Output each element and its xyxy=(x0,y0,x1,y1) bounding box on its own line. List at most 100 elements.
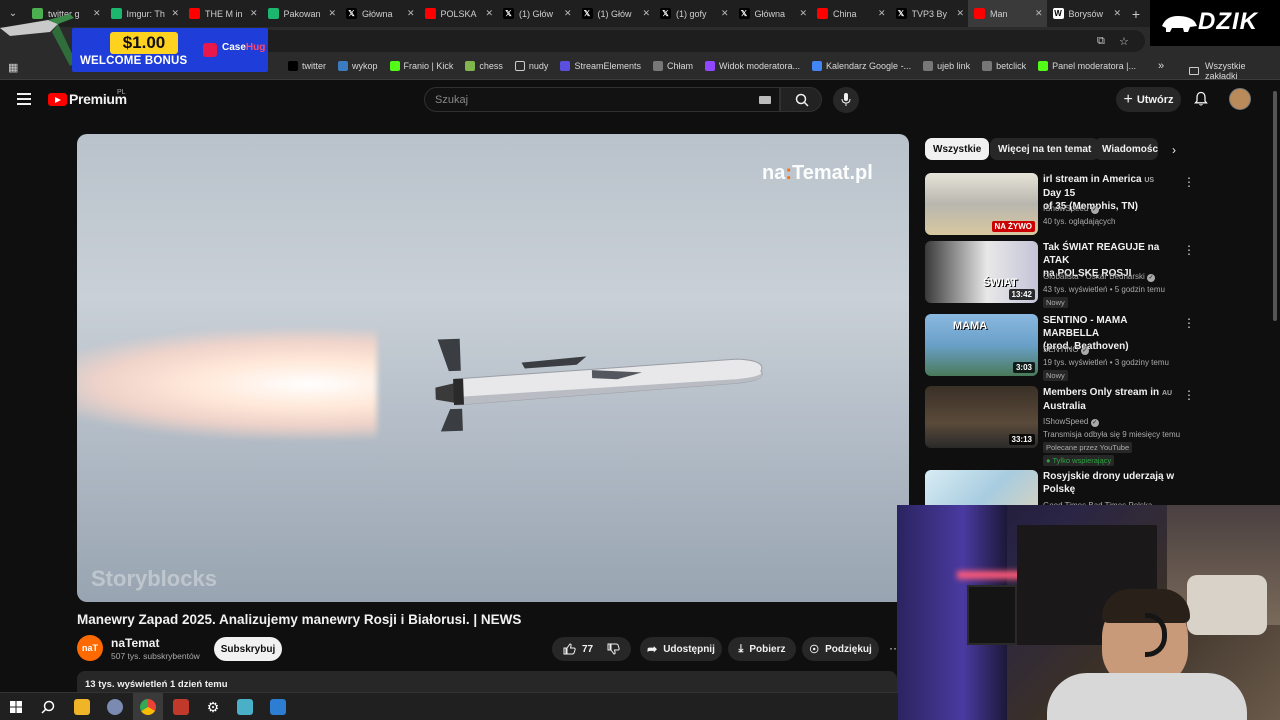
close-tab-icon[interactable]: ✕ xyxy=(407,8,415,19)
browser-tab[interactable]: 𝕏 (1) Głów ✕ xyxy=(497,0,576,27)
bookmark-item[interactable]: StreamElements xyxy=(560,61,641,71)
recommended-video[interactable]: NA ŻYWO irl stream in America US Day 15 of… xyxy=(925,173,1195,239)
video-thumbnail[interactable] xyxy=(925,470,1038,510)
close-tab-icon[interactable]: ✕ xyxy=(956,8,964,19)
video-title[interactable]: Rosyjskie drony uderzają w Polskę xyxy=(1043,470,1175,496)
close-tab-icon[interactable]: ✕ xyxy=(642,8,650,19)
browser-tab[interactable]: 𝕏 TVP3 By ✕ xyxy=(890,0,969,27)
browser-tab-label: Główna xyxy=(754,8,786,19)
close-tab-icon[interactable]: ✕ xyxy=(564,8,572,19)
youtube-logo-icon[interactable] xyxy=(48,93,67,106)
app-icon-2[interactable] xyxy=(173,699,189,715)
bookmark-item[interactable]: Chłam xyxy=(652,61,693,71)
bookmark-item[interactable]: Widok moderatora... xyxy=(704,61,800,71)
browser-tab[interactable]: Man ✕ xyxy=(968,0,1047,27)
address-bar[interactable] xyxy=(250,30,1145,52)
close-tab-icon[interactable]: ✕ xyxy=(485,8,493,19)
bookmark-item[interactable]: Kalendarz Google -... xyxy=(812,61,911,71)
chip-related[interactable]: Więcej na ten temat xyxy=(990,138,1100,160)
install-app-icon[interactable]: ⧉ xyxy=(1097,35,1105,48)
browser-tab[interactable]: 𝕏 (1) gofy ✕ xyxy=(654,0,733,27)
close-tab-icon[interactable]: ✕ xyxy=(1035,8,1043,19)
video-player[interactable]: na:Temat.pl Storyblocks xyxy=(77,134,909,602)
browser-tab[interactable]: 𝕏 Główna ✕ xyxy=(733,0,812,27)
share-button[interactable]: ➦ Udostępnij xyxy=(640,637,722,661)
bookmark-item[interactable]: chess xyxy=(465,61,503,71)
bookmark-item[interactable]: Franio | Kick xyxy=(389,61,453,71)
close-tab-icon[interactable]: ✕ xyxy=(878,8,886,19)
thumbs-down-icon[interactable] xyxy=(607,643,620,655)
chip-all[interactable]: Wszystkie xyxy=(925,138,990,160)
more-options-icon[interactable]: ⋮ xyxy=(1183,472,1185,486)
all-bookmarks-folder[interactable]: Wszystkie zakładki xyxy=(1189,61,1280,81)
more-options-icon[interactable]: ⋮ xyxy=(1183,243,1195,257)
menu-icon[interactable] xyxy=(17,93,31,108)
browser-tab[interactable]: China ✕ xyxy=(811,0,890,27)
search-input[interactable]: Szukaj xyxy=(424,87,780,112)
app-icon-4[interactable] xyxy=(270,699,286,715)
settings-gear-icon[interactable]: ⚙ xyxy=(205,699,221,715)
channel-name[interactable]: IShowSpeed ✓ xyxy=(1043,416,1099,427)
more-options-icon[interactable]: ⋮ xyxy=(1183,316,1195,330)
browser-tab-label: Główna xyxy=(362,8,393,19)
app-icon-3[interactable] xyxy=(237,699,253,715)
video-title[interactable]: Members Only stream in AU Australia xyxy=(1043,386,1175,413)
channel-name[interactable]: Globalista - Oskar Bednarski ✓ xyxy=(1043,271,1156,282)
notifications-bell-icon[interactable] xyxy=(1193,91,1209,107)
search-button[interactable] xyxy=(780,87,822,112)
app-icon-1[interactable] xyxy=(107,699,123,715)
close-tab-icon[interactable]: ✕ xyxy=(721,8,729,19)
recommended-video[interactable]: 33:13 Members Only stream in AU Australia I… xyxy=(925,386,1195,466)
subscribe-button[interactable]: Subskrybuj xyxy=(214,637,282,661)
download-button[interactable]: ⤓ Pobierz xyxy=(728,637,796,661)
more-options-icon[interactable]: ⋮ xyxy=(1183,388,1195,402)
bookmark-star-icon[interactable]: ☆ xyxy=(1119,35,1129,48)
close-tab-icon[interactable]: ✕ xyxy=(1113,8,1121,19)
x-icon xyxy=(288,61,298,71)
keyboard-icon[interactable] xyxy=(759,96,771,104)
taskbar-search-icon[interactable] xyxy=(41,700,55,714)
chrome-taskbar-icon[interactable] xyxy=(140,699,156,715)
create-button[interactable]: + Utwórz xyxy=(1116,87,1181,112)
browser-tab[interactable]: 𝕏 (1) Głów ✕ xyxy=(576,0,655,27)
bookmark-item[interactable]: Panel moderatora |... xyxy=(1038,61,1136,71)
channel-name[interactable]: naTemat xyxy=(111,636,159,650)
bookmark-item[interactable]: wykop xyxy=(338,61,378,71)
browser-tab[interactable]: POLSKA ✕ xyxy=(419,0,498,27)
browser-tab[interactable]: Pakowan ✕ xyxy=(262,0,341,27)
chips-next-icon[interactable]: › xyxy=(1172,143,1176,157)
browser-tab-label: Borysów xyxy=(1068,8,1104,19)
more-actions-icon[interactable]: ·· xyxy=(889,641,897,655)
video-thumbnail[interactable]: 33:13 xyxy=(925,386,1038,448)
like-button[interactable]: 77 xyxy=(563,643,593,655)
bookmark-item[interactable]: nudy xyxy=(514,61,548,71)
close-tab-icon[interactable]: ✕ xyxy=(799,8,807,19)
file-explorer-icon[interactable] xyxy=(74,699,90,715)
channel-name[interactable]: IShowSpeed ✓ xyxy=(1043,203,1099,214)
video-thumbnail[interactable]: ŚWIAT 13:42 xyxy=(925,241,1038,303)
recommended-video[interactable]: ŚWIAT 13:42 Tak ŚWIAT REAGUJE na ATAK na PO… xyxy=(925,241,1195,308)
video-thumbnail[interactable]: NA ŻYWO xyxy=(925,173,1038,235)
chip-news[interactable]: Wiadomości xyxy=(1094,138,1158,160)
bookmark-item[interactable]: ujeb link xyxy=(923,61,970,71)
voice-search-button[interactable] xyxy=(833,87,859,113)
channel-name[interactable]: SENTINO ✓ xyxy=(1043,344,1089,355)
casehug-ad[interactable]: $1.00 WELCOME BONUS CaseHug xyxy=(0,4,268,82)
thanks-button[interactable]: ☉ Podziękuj xyxy=(802,637,879,661)
scrollbar[interactable] xyxy=(1273,91,1277,321)
bookmark-item[interactable]: betclick xyxy=(982,61,1026,71)
bookmark-item[interactable]: twitter xyxy=(288,61,326,71)
browser-tab[interactable]: 𝕏 Główna ✕ xyxy=(340,0,419,27)
recommended-video[interactable]: Rosyjskie drony uderzają wPolskęGood Tim… xyxy=(925,470,1185,510)
more-bookmarks-icon[interactable]: » xyxy=(1158,60,1164,72)
user-avatar[interactable] xyxy=(1229,88,1251,110)
more-options-icon[interactable]: ⋮ xyxy=(1183,175,1195,189)
channel-avatar[interactable]: naT xyxy=(77,635,103,661)
recommended-video[interactable]: MAMA 3:03 SENTINO - MAMA MARBELLA (prod. Be… xyxy=(925,314,1195,381)
bookmark-label: ujeb link xyxy=(937,61,971,71)
browser-tab[interactable]: W Borysów ✕ xyxy=(1047,0,1126,27)
new-tab-button[interactable]: + xyxy=(1125,6,1147,22)
windows-start-icon[interactable] xyxy=(10,701,22,713)
video-thumbnail[interactable]: MAMA 3:03 xyxy=(925,314,1038,376)
close-tab-icon[interactable]: ✕ xyxy=(328,8,336,19)
